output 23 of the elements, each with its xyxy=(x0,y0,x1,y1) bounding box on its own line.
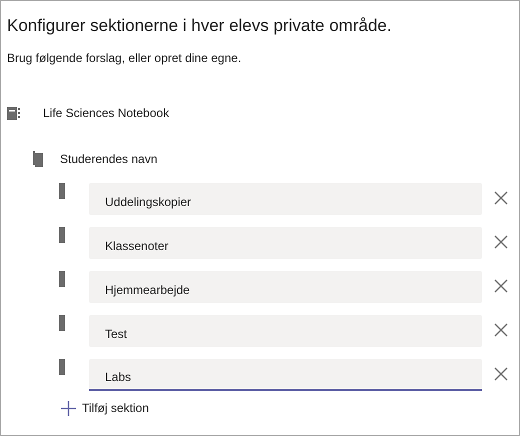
section-name-field[interactable]: Hjemmearbejde xyxy=(89,271,482,304)
section-name-field[interactable]: Labs xyxy=(89,359,482,392)
close-icon xyxy=(494,367,508,382)
section-icon xyxy=(59,359,65,376)
section-name-field[interactable]: Uddelingskopier xyxy=(89,183,482,216)
close-icon xyxy=(494,191,508,206)
dialog-title: Konfigurer sektionerne i hver elevs private område. xyxy=(7,16,393,36)
section-name-field[interactable]: Test xyxy=(89,315,482,348)
subtitle: Brug følgende forslag, eller opret dine egne. xyxy=(7,50,242,68)
add-section-button[interactable]: Tilføj sektion xyxy=(61,399,519,418)
close-icon xyxy=(494,323,508,338)
section-icon xyxy=(59,315,65,332)
section-icon xyxy=(59,227,65,244)
section-name-field[interactable]: Klassenoter xyxy=(89,227,482,260)
close-icon xyxy=(494,235,508,250)
section-group-label: Studerendes navn xyxy=(60,151,158,168)
section-group-icon xyxy=(33,151,43,168)
notebook-icon xyxy=(7,106,20,120)
notebook-label: Life Sciences Notebook xyxy=(43,105,170,122)
close-icon xyxy=(494,279,508,294)
section-icon xyxy=(59,183,65,200)
plus-icon xyxy=(61,400,76,416)
section-icon xyxy=(59,271,65,288)
